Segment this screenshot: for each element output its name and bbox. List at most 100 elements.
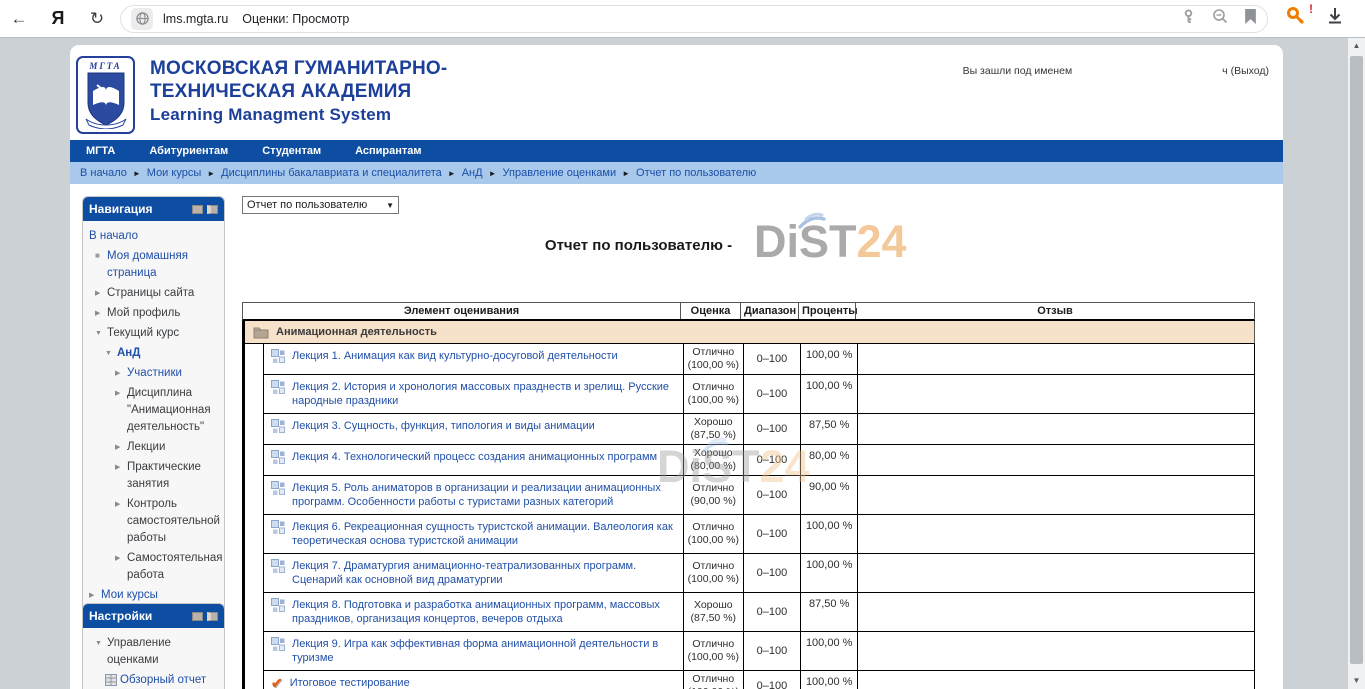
sidebar-item-control[interactable]: ▶ Контроль самостоятельной работы [89,496,220,547]
chevron-right-icon[interactable]: ▶ [89,587,101,604]
logout-link[interactable]: (Выход) [1231,65,1269,77]
zoom-icon[interactable] [1212,8,1228,29]
chevron-right-icon[interactable]: ▶ [115,496,127,547]
chevron-down-icon[interactable]: ▼ [105,345,117,362]
scroll-up-arrow[interactable]: ▲ [1348,38,1365,54]
chevron-right-icon[interactable]: ▶ [95,305,107,322]
report-type-select[interactable]: Отчет по пользователю ▼ [242,196,399,214]
lesson-icon [271,380,285,408]
download-icon[interactable] [1326,7,1344,30]
refresh-button[interactable]: ↻ [78,9,116,29]
settings-item-grade-admin[interactable]: ▼ Управление оценками [89,635,220,669]
quiz-check-icon: ✔ [271,676,283,689]
sidebar-item-my-profile[interactable]: ▶ Мой профиль [89,305,220,322]
report-grid-icon [105,672,120,689]
back-button[interactable]: ← [0,9,38,29]
top-nav: МГТА Абитуриентам Студентам Аспирантам [70,140,1283,162]
chevron-right-icon[interactable]: ▶ [115,385,127,436]
col-header-item: Элемент оценивания [243,303,680,319]
crumb-grade-admin[interactable]: Управление оценками [503,167,617,179]
academy-title-line2: ТЕХНИЧЕСКАЯ АКАДЕМИЯ [150,80,447,103]
crumb-separator: ► [489,169,497,178]
academy-logo: МГТА [76,56,135,134]
grade-item-link[interactable]: Лекция 9. Игра как эффективная форма ани… [292,637,677,665]
nav-item-mgta[interactable]: МГТА [86,145,115,157]
sidebar-item-discipline[interactable]: ▶ Дисциплина "Анимационная деятельность" [89,385,220,436]
grade-item-link[interactable]: Лекция 7. Драматургия анимационно-театра… [292,559,677,587]
login-prefix: Вы зашли под именем [963,65,1073,77]
login-info: Вы зашли под именем ч (Выход) [963,65,1269,77]
chevron-down-icon[interactable]: ▼ [95,635,107,669]
review-cell [857,476,1254,514]
review-cell [857,414,1254,444]
crumb-my-courses[interactable]: Мои курсы [147,167,201,179]
settings-item-overview-report[interactable]: Обзорный отчет [89,672,220,689]
collapse-block-icon[interactable] [192,612,203,621]
chevron-right-icon[interactable]: ▶ [115,550,127,584]
table-row: Лекция 9. Игра как эффективная форма ани… [263,632,1255,671]
sidebar-item-practical[interactable]: ▶ Практические занятия [89,459,220,493]
crumb-user-report[interactable]: Отчет по пользователю [636,167,756,179]
key-icon[interactable] [1181,9,1196,29]
percent-cell: 100,00 % [800,554,857,592]
grade-item-link[interactable]: Лекция 8. Подготовка и разработка анимац… [292,598,677,626]
nav-item-aspirantam[interactable]: Аспирантам [355,145,421,157]
grade-item-link[interactable]: Лекция 2. История и хронология массовых … [292,380,677,408]
sidebar-item-current-course[interactable]: ▼ Текущий курс [89,325,220,342]
chevron-right-icon[interactable]: ▶ [115,365,127,382]
sidebar-item-my-courses[interactable]: ▶ Мои курсы [89,587,220,604]
dock-block-icon[interactable] [207,205,218,214]
range-cell: 0–100 [743,632,801,670]
review-cell [857,632,1254,670]
crumb-course[interactable]: АнД [462,167,483,179]
scrollbar-thumb[interactable] [1350,56,1363,664]
percent-cell: 100,00 % [800,344,857,374]
settings-block-title: Настройки [89,609,188,623]
address-bar[interactable]: lms.mgta.ru Оценки: Просмотр [120,5,1268,33]
lesson-icon [271,419,285,439]
academy-title-line3: Learning Managment System [150,103,447,126]
grades-table: Элемент оценивания Оценка Диапазон Проце… [242,302,1255,689]
scroll-down-arrow[interactable]: ▼ [1348,673,1365,689]
sidebar-item-participants[interactable]: ▶ Участники [89,365,220,382]
collapse-block-icon[interactable] [192,205,203,214]
password-manager-icon[interactable]: ! [1286,6,1306,31]
chevron-down-icon[interactable]: ▼ [95,325,107,342]
url-text[interactable]: lms.mgta.ru [163,12,228,26]
chevron-right-icon[interactable]: ▶ [115,439,127,456]
sidebar-item-selfwork[interactable]: ▶ Самостоятельная работа [89,550,220,584]
grade-item-link[interactable]: Лекция 4. Технологический процесс создан… [292,450,657,470]
lesson-icon [271,450,285,470]
range-cell: 0–100 [743,445,801,475]
crumb-separator: ► [207,169,215,178]
chevron-right-icon[interactable]: ▶ [115,459,127,493]
bullet-icon: ■ [95,248,107,282]
crumb-disciplines[interactable]: Дисциплины бакалавриата и специалитета [221,167,442,179]
dock-block-icon[interactable] [207,612,218,621]
lesson-icon [271,481,285,509]
sidebar-item-my-home[interactable]: ■ Моя домашняя страница [89,248,220,282]
table-row: Лекция 1. Анимация как вид культурно-дос… [263,344,1255,375]
vertical-scrollbar[interactable]: ▲ ▼ [1348,38,1365,689]
browser-toolbar: ← Я ↻ lms.mgta.ru Оценки: Просмотр ! [0,0,1365,38]
percent-cell: 90,00 % [800,476,857,514]
sidebar-item-lectures[interactable]: ▶ Лекции [89,439,220,456]
bookmark-icon[interactable] [1244,9,1257,29]
grade-item-link[interactable]: Итоговое тестирование [290,676,410,689]
range-cell: 0–100 [743,476,801,514]
lesson-icon [271,349,285,369]
nav-item-abiturientam[interactable]: Абитуриентам [149,145,228,157]
chevron-right-icon[interactable]: ▶ [95,285,107,302]
grade-item-link[interactable]: Лекция 1. Анимация как вид культурно-дос… [292,349,618,369]
grade-item-link[interactable]: Лекция 6. Рекреационная сущность туристс… [292,520,677,548]
grade-item-link[interactable]: Лекция 5. Роль аниматоров в организации … [292,481,677,509]
grade-item-link[interactable]: Лекция 3. Сущность, функция, типология и… [292,419,595,439]
sidebar-item-site-pages[interactable]: ▶ Страницы сайта [89,285,220,302]
sidebar-item-home[interactable]: В начало [89,228,220,245]
login-name: ч [1222,65,1227,77]
crumb-home[interactable]: В начало [80,167,127,179]
nav-item-studentam[interactable]: Студентам [262,145,321,157]
crumb-separator: ► [622,169,630,178]
sidebar-item-and-course[interactable]: ▼ АнД [89,345,220,362]
yandex-browser-icon[interactable]: Я [38,8,78,29]
